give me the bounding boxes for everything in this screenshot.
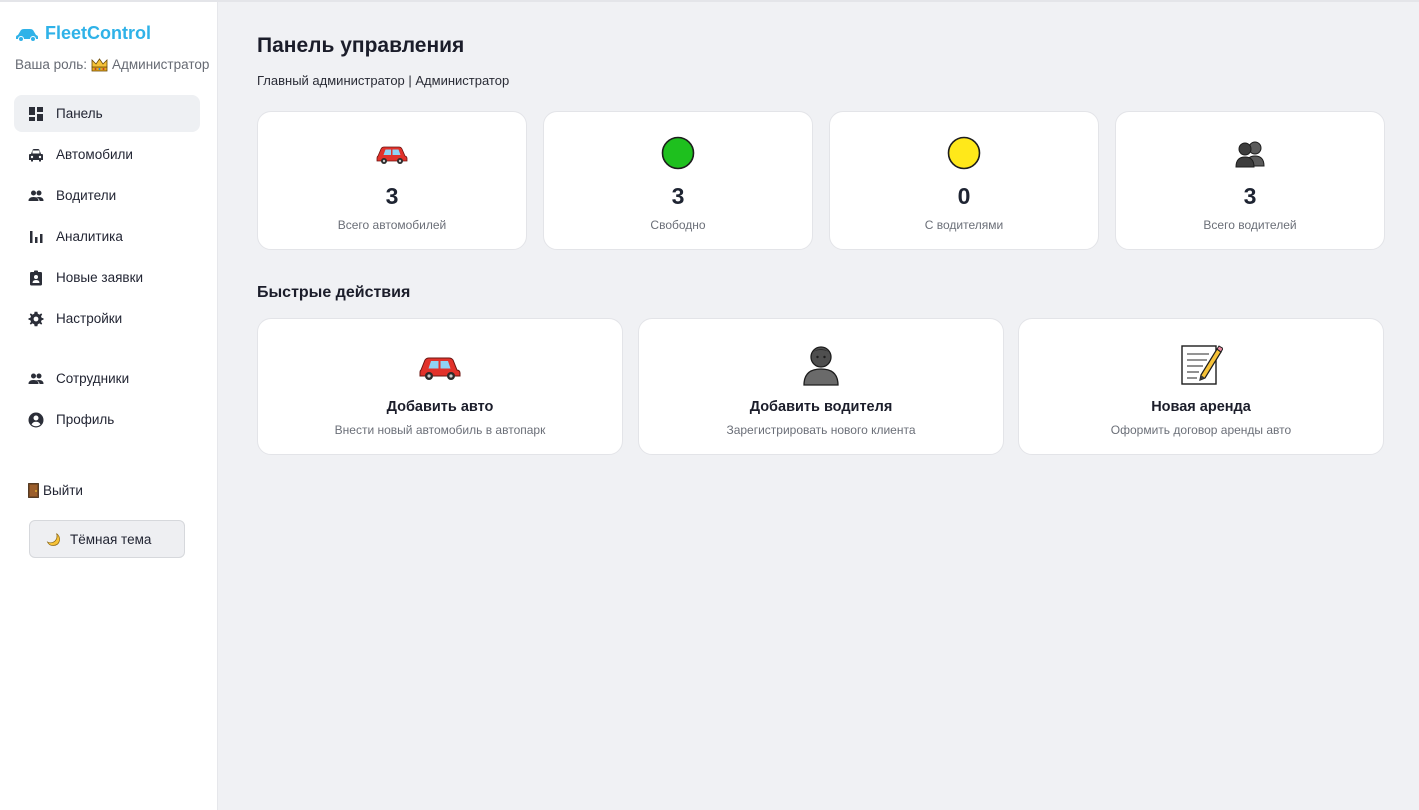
crown-icon [91, 57, 108, 71]
memo-icon [1181, 345, 1223, 385]
sidebar-item-label: Панель [56, 106, 103, 121]
stat-card-available: 3 Свободно [543, 111, 813, 250]
sidebar-item-label: Автомобили [56, 147, 133, 162]
sidebar-item-profile[interactable]: Профиль [14, 401, 200, 438]
action-title: Новая аренда [1151, 399, 1251, 415]
stat-label: Всего автомобилей [337, 218, 447, 232]
account-circle-icon [28, 412, 44, 427]
brand[interactable]: FleetControl [15, 23, 151, 44]
main-content: Панель управления Главный администратор … [219, 2, 1419, 810]
clipboard-icon [30, 270, 42, 285]
action-title: Добавить авто [386, 399, 494, 415]
theme-button-label: Тёмная тема [70, 531, 152, 547]
stat-label: С водителями [924, 218, 1004, 232]
car-logo-icon [16, 28, 38, 42]
stat-card-with-drivers: 0 С водителями [829, 111, 1099, 250]
logout-label: Выйти [43, 483, 83, 498]
sidebar-item-settings[interactable]: Настройки [14, 300, 200, 337]
person-icon [803, 346, 839, 386]
role-line: Ваша роль: Администратор [15, 57, 209, 72]
door-icon [28, 483, 39, 498]
stat-label: Всего водителей [1203, 218, 1297, 232]
sidebar-item-label: Профиль [56, 412, 115, 427]
sidebar-item-label: Сотрудники [56, 371, 130, 386]
stat-value: 0 [957, 183, 971, 209]
sidebar: FleetControl Ваша роль: Администратор Па… [0, 2, 218, 810]
red-car-icon [376, 146, 408, 164]
page-subtitle: Главный администратор | Администратор [257, 73, 510, 88]
sidebar-item-requests[interactable]: Новые заявки [14, 259, 200, 296]
red-car-icon [419, 357, 461, 380]
add-car-action[interactable]: Добавить авто Внести новый автомобиль в … [257, 318, 623, 455]
sidebar-item-label: Новые заявки [56, 270, 144, 285]
sidebar-item-analytics[interactable]: Аналитика [14, 218, 200, 255]
stat-card-total-drivers: 3 Всего водителей [1115, 111, 1385, 250]
role-label: Ваша роль: [15, 57, 87, 72]
sidebar-item-drivers[interactable]: Водители [14, 177, 200, 214]
sidebar-item-label: Водители [56, 188, 117, 203]
bar-chart-icon [30, 230, 43, 243]
action-description: Зарегистрировать нового клиента [726, 423, 916, 437]
logout-link[interactable]: Выйти [28, 483, 83, 498]
sidebar-item-label: Аналитика [56, 229, 123, 244]
stat-value: 3 [671, 183, 685, 209]
stat-label: Свободно [650, 218, 706, 232]
action-title: Добавить водителя [749, 399, 893, 415]
action-description: Внести новый автомобиль в автопарк [334, 423, 546, 437]
green-circle-icon [661, 136, 695, 170]
car-icon [29, 148, 43, 161]
stat-value: 3 [1243, 183, 1257, 209]
sidebar-item-dashboard[interactable]: Панель [14, 95, 200, 132]
people-silhouette-icon [1235, 141, 1265, 168]
sidebar-item-cars[interactable]: Автомобили [14, 136, 200, 173]
sidebar-item-label: Настройки [56, 311, 123, 326]
sidebar-item-employees[interactable]: Сотрудники [14, 360, 200, 397]
add-driver-action[interactable]: Добавить водителя Зарегистрировать новог… [638, 318, 1004, 455]
action-description: Оформить договор аренды авто [1110, 423, 1292, 437]
people-icon [28, 373, 44, 384]
stat-card-total-cars: 3 Всего автомобилей [257, 111, 527, 250]
dashboard-icon [29, 106, 43, 121]
app-name: FleetControl [45, 23, 151, 43]
stat-value: 3 [385, 183, 399, 209]
people-icon [28, 190, 44, 201]
role-value: Администратор [111, 57, 210, 72]
new-rental-action[interactable]: Новая аренда Оформить договор аренды авт… [1018, 318, 1384, 455]
yellow-circle-icon [947, 136, 981, 170]
dark-theme-button[interactable]: Тёмная тема [29, 520, 185, 558]
quick-actions-title: Быстрые действия [257, 284, 411, 301]
gear-icon [28, 311, 44, 326]
moon-icon [46, 532, 60, 546]
page-title: Панель управления [257, 34, 465, 57]
